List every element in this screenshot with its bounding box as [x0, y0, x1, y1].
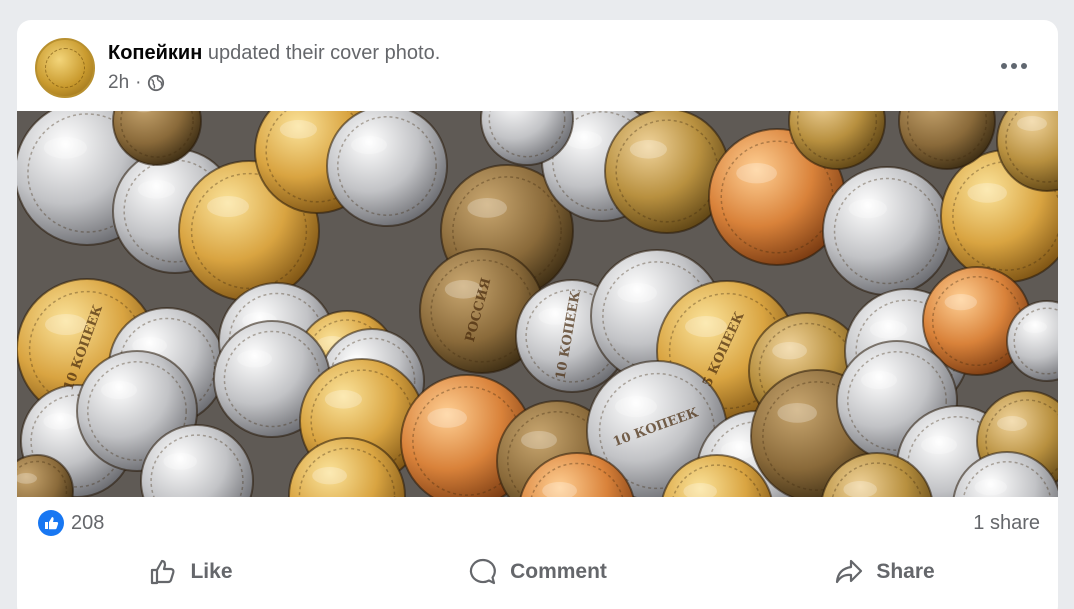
like-reaction-icon[interactable] — [38, 510, 64, 536]
post-action-text: updated their cover photo. — [202, 42, 441, 64]
more-horizontal-icon — [1001, 63, 1007, 69]
comment-button[interactable]: Comment — [364, 547, 711, 597]
coin — [822, 166, 952, 296]
cover-photo[interactable]: 10 КОПЕЕК РОССИЯ 5 КОПЕЕК 10 КОПЕЕК 10 КОПЕЕ… — [17, 111, 1058, 497]
coins-image: 10 КОПЕЕК РОССИЯ 5 КОПЕЕК10 КОПЕЕК10 КОПЕЕ… — [17, 111, 1058, 497]
post-title: Копейкин updated their cover photo. — [108, 42, 440, 65]
more-dot — [1011, 63, 1017, 69]
post-meta: 2h · — [108, 72, 165, 94]
post-card: Копейкин updated their cover photo. 2h ·… — [17, 20, 1058, 609]
share-button[interactable]: Share — [711, 547, 1058, 597]
meta-separator: · — [135, 72, 142, 93]
share-arrow-icon — [836, 559, 863, 584]
comment-label: Comment — [510, 560, 607, 583]
like-label: Like — [190, 560, 233, 583]
thumbs-up-icon — [151, 559, 176, 585]
more-options-button[interactable] — [994, 54, 1034, 78]
post-header: Копейкин updated their cover photo. 2h · — [17, 20, 1058, 110]
post-stats: 208 1 share — [17, 497, 1058, 547]
like-button[interactable]: Like — [17, 547, 364, 597]
comment-bubble-icon — [469, 558, 496, 585]
author-name[interactable]: Копейкин — [108, 42, 202, 64]
more-dot — [1021, 63, 1027, 69]
coin — [326, 111, 448, 227]
profile-avatar[interactable] — [35, 38, 95, 98]
post-timestamp[interactable]: 2h — [108, 72, 129, 94]
like-count[interactable]: 208 — [71, 512, 104, 535]
post-actions: Like Comment Share — [17, 547, 1058, 597]
share-label: Share — [876, 560, 935, 583]
globe-icon[interactable] — [147, 74, 165, 92]
share-count[interactable]: 1 share — [973, 512, 1040, 535]
